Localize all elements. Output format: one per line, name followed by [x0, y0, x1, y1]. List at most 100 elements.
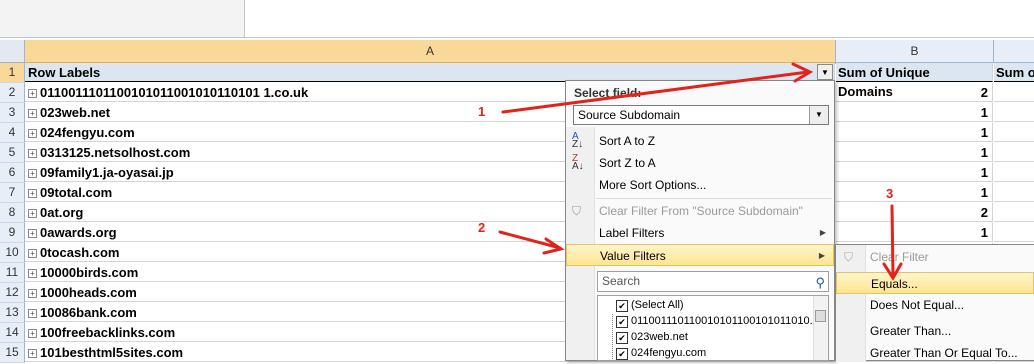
- row-header[interactable]: 4: [0, 123, 25, 143]
- greater-than-item[interactable]: Greater Than...: [836, 320, 1034, 342]
- list-item[interactable]: ✔ 024fengyu.com: [616, 345, 707, 360]
- greater-than-label: Greater Than...: [870, 324, 952, 338]
- clear-filter-icon: ⛉: [844, 250, 854, 264]
- more-sort-options-label: More Sort Options...: [599, 178, 707, 192]
- list-item[interactable]: ✔ (Select All): [616, 297, 684, 313]
- submenu-arrow-icon: ▶: [819, 228, 826, 237]
- pivot-value-cell[interactable]: 1: [836, 183, 993, 202]
- filter-value-list[interactable]: ✔ (Select All) ✔ 0110011101100101011001010…: [597, 295, 829, 361]
- submenu-arrow-icon: ▶: [818, 251, 825, 260]
- row-header[interactable]: 12: [0, 283, 25, 303]
- row-header[interactable]: 6: [0, 163, 25, 183]
- list-item-label: 024fengyu.com: [631, 347, 707, 359]
- column-header-c[interactable]: [994, 40, 1034, 63]
- expand-icon[interactable]: +: [28, 229, 37, 238]
- search-icon: ⚲: [815, 275, 825, 290]
- pivot-value-cell[interactable]: 1: [836, 163, 993, 182]
- row-header[interactable]: 1: [0, 63, 25, 83]
- value-filters-item[interactable]: Value Filters ▶: [566, 244, 834, 266]
- expand-icon[interactable]: +: [28, 349, 37, 358]
- expand-icon[interactable]: +: [28, 189, 37, 198]
- checkbox[interactable]: ✔: [616, 300, 628, 312]
- pivot-value-cell[interactable]: 1: [836, 103, 993, 122]
- annotation-number: 1: [478, 104, 486, 119]
- list-item[interactable]: ✔ 023web.net: [616, 329, 688, 345]
- sort-ascending-icon: A Z↓: [572, 131, 584, 150]
- expand-icon[interactable]: +: [28, 249, 37, 258]
- expand-icon[interactable]: +: [28, 109, 37, 118]
- empty-cell[interactable]: [994, 143, 1034, 162]
- row-header[interactable]: 8: [0, 203, 25, 223]
- pivot-value-cell[interactable]: 1: [836, 143, 993, 162]
- expand-icon[interactable]: +: [28, 149, 37, 158]
- pivot-value-cell[interactable]: 2: [836, 203, 993, 222]
- empty-cell[interactable]: [994, 223, 1034, 242]
- label-filters-item[interactable]: Label Filters ▶: [566, 222, 834, 244]
- list-scrollbar[interactable]: [813, 296, 828, 360]
- expand-icon[interactable]: +: [28, 269, 37, 278]
- expand-icon[interactable]: +: [28, 169, 37, 178]
- pivot-value-cell[interactable]: 2: [836, 83, 993, 102]
- scroll-thumb[interactable]: [815, 310, 826, 322]
- expand-icon[interactable]: +: [28, 89, 37, 98]
- list-item[interactable]: ✔ 011001110110010101100101011010...: [616, 313, 819, 329]
- select-field-dropdown[interactable]: Source Subdomain ▼: [573, 105, 829, 125]
- row-header[interactable]: 2: [0, 83, 25, 103]
- pivot-row-label: 09family1.ja-oyasai.jp: [40, 165, 174, 180]
- column-header-b[interactable]: B: [836, 40, 994, 63]
- expand-icon[interactable]: +: [28, 329, 37, 338]
- pivot-row-label: 0at.org: [40, 205, 84, 220]
- pivot-row-label: 023web.net: [40, 105, 111, 120]
- pivot-value-cell[interactable]: 1: [836, 223, 993, 242]
- pivot-filter-menu: Select field: Source Subdomain ▼ A Z↓ Sor…: [565, 80, 835, 361]
- clear-value-filter-item: ⛉ Clear Filter: [836, 246, 1034, 268]
- search-input[interactable]: Search ⚲: [597, 271, 829, 292]
- row-header[interactable]: 5: [0, 143, 25, 163]
- column-header-a[interactable]: A: [25, 40, 836, 64]
- expand-icon[interactable]: +: [28, 209, 37, 218]
- row-header[interactable]: 7: [0, 183, 25, 203]
- checkbox[interactable]: ✔: [616, 332, 628, 344]
- more-sort-options-item[interactable]: More Sort Options...: [566, 174, 834, 196]
- pivot-row-label: 0110011101100101011001010110101 1.co.uk: [40, 85, 309, 100]
- expand-icon[interactable]: +: [28, 309, 37, 318]
- sort-descending-icon: Z A↓: [572, 153, 584, 172]
- empty-cell[interactable]: [994, 183, 1034, 202]
- pivot-value-cell[interactable]: 1: [836, 123, 993, 142]
- value-filters-submenu: ⛉ Clear Filter Equals... Does Not Equal.…: [835, 244, 1034, 362]
- empty-cell[interactable]: [994, 163, 1034, 182]
- row-header[interactable]: 10: [0, 243, 25, 263]
- chevron-down-icon[interactable]: ▼: [809, 106, 828, 124]
- formula-bar[interactable]: [245, 0, 1034, 38]
- formula-area: [0, 0, 1034, 38]
- name-box[interactable]: [0, 0, 245, 38]
- row-header[interactable]: 15: [0, 343, 25, 363]
- row-labels-filter-dropdown[interactable]: ▼: [817, 64, 833, 80]
- empty-cell[interactable]: [994, 103, 1034, 122]
- checkbox[interactable]: ✔: [616, 316, 628, 328]
- pivot-row-label: 10000birds.com: [40, 265, 139, 280]
- empty-cell[interactable]: [994, 83, 1034, 102]
- row-header[interactable]: 13: [0, 303, 25, 323]
- row-header[interactable]: 3: [0, 103, 25, 123]
- equals-item[interactable]: Equals...: [836, 272, 1034, 294]
- sort-z-to-a-item[interactable]: Z A↓ Sort Z to A: [566, 152, 834, 174]
- empty-cell[interactable]: [994, 123, 1034, 142]
- row-header[interactable]: 14: [0, 323, 25, 343]
- checkbox[interactable]: ✔: [616, 348, 628, 360]
- row-header[interactable]: 9: [0, 223, 25, 243]
- does-not-equal-item[interactable]: Does Not Equal...: [836, 294, 1034, 316]
- sort-z-to-a-label: Sort Z to A: [599, 156, 656, 170]
- pivot-value-header[interactable]: Sum of Unique Domains: [836, 63, 993, 99]
- value-filters-label: Value Filters: [600, 249, 666, 263]
- expand-icon[interactable]: +: [28, 289, 37, 298]
- pivot-row-label: 100freebacklinks.com: [40, 325, 176, 340]
- pivot-value-header-2[interactable]: Sum of: [994, 63, 1034, 82]
- select-all-corner[interactable]: [0, 40, 25, 63]
- pivot-row-label: 024fengyu.com: [40, 125, 135, 140]
- pivot-row-label: 1000heads.com: [40, 285, 137, 300]
- sort-a-to-z-item[interactable]: A Z↓ Sort A to Z: [566, 130, 834, 152]
- row-header[interactable]: 11: [0, 263, 25, 283]
- expand-icon[interactable]: +: [28, 129, 37, 138]
- empty-cell[interactable]: [994, 203, 1034, 222]
